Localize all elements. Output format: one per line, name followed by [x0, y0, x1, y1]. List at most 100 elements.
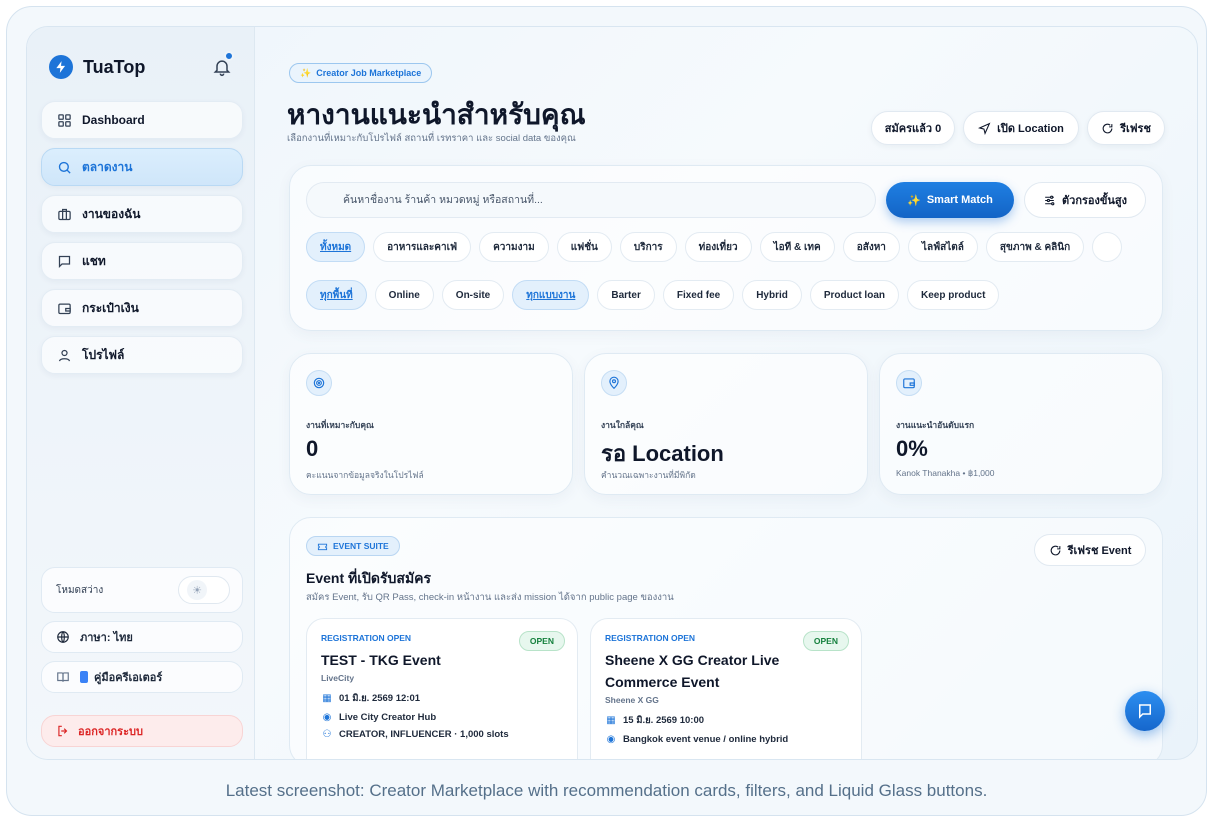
applied-count-button[interactable]: สมัครแล้ว 0	[871, 111, 955, 145]
open-badge: OPEN	[802, 631, 849, 651]
stat-label: งานที่เหมาะกับคุณ	[306, 420, 374, 430]
globe-icon	[56, 630, 70, 644]
sidebar-item-chat[interactable]: แชท	[41, 242, 243, 280]
sidebar-item-profile[interactable]: โปรไฟล์	[41, 336, 243, 374]
smart-match-button[interactable]: ✨ Smart Match	[886, 182, 1014, 218]
event-venue-text: Bangkok event venue / online hybrid	[623, 734, 789, 745]
briefcase-icon	[56, 206, 72, 222]
wallet-icon	[896, 370, 922, 396]
main-content: ✨ Creator Job Marketplace หางานแนะนำสำหร…	[255, 27, 1197, 759]
category-chip-more[interactable]	[1092, 232, 1123, 262]
navigation-icon	[978, 122, 991, 135]
pin-icon	[601, 370, 627, 396]
refresh-label: รีเฟรช	[1120, 123, 1151, 135]
theme-toggle-box: โหมดสว่าง ☀	[41, 567, 243, 613]
event-venue-text: Live City Creator Hub	[339, 712, 437, 723]
filter-chip-all-area[interactable]: ทุกพื้นที่	[306, 280, 367, 310]
event-date: ▦ 01 มิ.ย. 2569 12:01	[321, 691, 563, 706]
sidebar-item-my-jobs[interactable]: งานของฉัน	[41, 195, 243, 233]
refresh-event-button[interactable]: รีเฟรช Event	[1034, 534, 1146, 566]
event-card[interactable]: REGISTRATION OPEN OPEN TEST - TKG Event …	[306, 618, 578, 759]
event-date: ▦ 15 มิ.ย. 2569 10:00	[605, 713, 847, 728]
theme-toggle[interactable]: ☀	[178, 576, 230, 604]
stat-card-top[interactable]: งานแนะนำอันดับแรก 0% Kanok Thanakha • ฿1…	[879, 353, 1163, 495]
category-chip-travel[interactable]: ท่องเที่ยว	[684, 232, 752, 262]
advanced-filter-label: ตัวกรองขั้นสูง	[1062, 195, 1127, 207]
advanced-filter-button[interactable]: ตัวกรองขั้นสูง	[1024, 182, 1146, 218]
target-icon	[306, 370, 332, 396]
stat-value: 0%	[896, 436, 928, 461]
filter-chip-onsite[interactable]: On-site	[441, 280, 505, 310]
event-date-text: 01 มิ.ย. 2569 12:01	[339, 693, 421, 704]
marketplace-tag: ✨ Creator Job Marketplace	[289, 63, 433, 83]
open-badge: OPEN	[518, 631, 565, 651]
applied-count-label: สมัครแล้ว 0	[884, 123, 942, 135]
sidebar-item-label: แชท	[82, 253, 106, 268]
category-chip-all[interactable]: ทั้งหมด	[306, 232, 366, 262]
sun-icon: ☀	[187, 580, 207, 600]
creator-guide-button[interactable]: คู่มือครีเอเตอร์	[41, 661, 243, 693]
category-chips: ทั้งหมด อาหารและคาเฟ่ ความงาม แฟชั่น บริ…	[306, 232, 1148, 262]
grid-icon	[56, 112, 72, 128]
event-slots-text: CREATOR, INFLUENCER · 1,000 slots	[339, 729, 509, 740]
category-chip-beauty[interactable]: ความงาม	[479, 232, 549, 262]
stat-note: คำนวณเฉพาะงานที่มีพิกัด	[601, 470, 696, 480]
event-date-text: 15 มิ.ย. 2569 10:00	[623, 715, 705, 726]
search-input[interactable]	[306, 182, 876, 218]
category-chip-lifestyle[interactable]: ไลฟ์สไตล์	[907, 232, 978, 262]
filter-chip-all-types[interactable]: ทุกแบบงาน	[512, 280, 590, 310]
open-location-label: เปิด Location	[997, 123, 1064, 135]
users-icon: ⚇	[322, 729, 332, 740]
refresh-icon	[1101, 122, 1114, 135]
refresh-button[interactable]: รีเฟรช	[1087, 111, 1165, 145]
sliders-icon	[1043, 194, 1056, 207]
sparkle-icon: ✨	[907, 194, 921, 207]
search-icon	[56, 159, 72, 175]
event-organizer: LiveCity	[321, 673, 355, 683]
logout-button[interactable]: ออกจากระบบ	[41, 715, 243, 747]
filter-chip-product-loan[interactable]: Product loan	[809, 280, 899, 310]
brand[interactable]: TuaTop	[49, 55, 145, 79]
screenshot-caption: Latest screenshot: Creator Marketplace w…	[225, 781, 988, 800]
filter-chip-hybrid[interactable]: Hybrid	[742, 280, 802, 310]
sidebar-item-marketplace[interactable]: ตลาดงาน	[41, 148, 243, 186]
sidebar-item-dashboard[interactable]: Dashboard	[41, 101, 243, 139]
filter-chip-fixed-fee[interactable]: Fixed fee	[662, 280, 735, 310]
filter-chip-keep-product[interactable]: Keep product	[907, 280, 1000, 310]
category-chip-tech[interactable]: ไอที & เทค	[759, 232, 835, 262]
user-icon	[56, 347, 72, 363]
stat-value: รอ Location	[601, 441, 724, 466]
sparkle-icon: ✨	[300, 67, 312, 78]
notification-badge	[224, 51, 234, 61]
stat-label: งานแนะนำอันดับแรก	[896, 420, 975, 430]
sidebar-item-wallet[interactable]: กระเป๋าเงิน	[41, 289, 243, 327]
category-chip-food[interactable]: อาหารและคาเฟ่	[373, 232, 472, 262]
stat-card-nearby[interactable]: งานใกล้คุณ รอ Location คำนวณเฉพาะงานที่ม…	[584, 353, 868, 495]
chat-bubble-icon[interactable]	[1125, 691, 1165, 731]
event-name: TEST - TKG Event	[321, 652, 441, 668]
smart-match-label: Smart Match	[926, 194, 993, 206]
sidebar-item-label: งานของฉัน	[82, 206, 141, 221]
sidebar: TuaTop Dashboard ตลาดงาน งานของฉัน แชท ก…	[27, 27, 255, 759]
pin-icon: ◉	[606, 734, 616, 745]
app-window: TuaTop Dashboard ตลาดงาน งานของฉัน แชท ก…	[26, 26, 1198, 760]
filter-chip-barter[interactable]: Barter	[597, 280, 655, 310]
open-location-button[interactable]: เปิด Location	[963, 111, 1079, 145]
filter-chip-online[interactable]: Online	[374, 280, 434, 310]
category-chip-fashion[interactable]: แฟชั่น	[556, 232, 612, 262]
stat-note: Kanok Thanakha • ฿1,000	[896, 468, 995, 478]
category-chip-health[interactable]: สุขภาพ & คลินิก	[985, 232, 1085, 262]
event-card[interactable]: REGISTRATION OPEN OPEN Sheene X GG Creat…	[590, 618, 862, 759]
calendar-icon: ▦	[606, 715, 616, 726]
category-chip-realestate[interactable]: อสังหา	[842, 232, 900, 262]
event-organizer: Sheene X GG	[605, 695, 659, 705]
book-icon	[56, 670, 70, 684]
logout-icon	[56, 724, 70, 738]
marketplace-tag-label: Creator Job Marketplace	[316, 68, 422, 78]
stat-note: คะแนนจากข้อมูลจริงในโปรไฟล์	[306, 470, 424, 480]
language-button[interactable]: ภาษา: ไทย	[41, 621, 243, 653]
stat-card-match[interactable]: งานที่เหมาะกับคุณ 0 คะแนนจากข้อมูลจริงใน…	[289, 353, 573, 495]
calendar-icon: ▦	[322, 693, 332, 704]
wallet-icon	[56, 300, 72, 316]
category-chip-service[interactable]: บริการ	[619, 232, 677, 262]
